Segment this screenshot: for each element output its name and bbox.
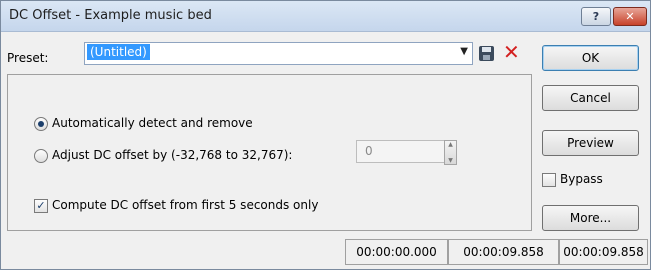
offset-spinner[interactable]: ▲ ▼ (444, 140, 457, 165)
bypass-label: Bypass (560, 172, 603, 186)
status-length: 00:00:09.858 (559, 239, 648, 265)
status-start-time: 00:00:00.000 (345, 239, 448, 265)
chevron-down-icon[interactable]: ▼ (460, 46, 468, 57)
delete-preset-icon[interactable]: ✕ (503, 41, 520, 63)
adjust-offset-radio[interactable] (34, 149, 48, 163)
save-preset-icon[interactable] (479, 46, 494, 61)
close-icon: ✕ (625, 10, 635, 23)
title-bar: DC Offset - Example music bed ? ✕ (1, 1, 650, 32)
offset-value-input[interactable]: 0 (356, 140, 445, 163)
offset-value: 0 (365, 144, 373, 158)
help-icon: ? (592, 10, 600, 23)
preset-combobox[interactable]: (Untitled) ▼ (84, 42, 473, 65)
auto-detect-radio[interactable] (34, 117, 48, 131)
close-button[interactable]: ✕ (613, 7, 647, 26)
window-title: DC Offset - Example music bed (9, 8, 212, 23)
preset-value: (Untitled) (87, 44, 150, 60)
more-button[interactable]: More... (542, 205, 639, 231)
bypass-checkbox[interactable] (542, 173, 556, 187)
status-end-time: 00:00:09.858 (448, 239, 559, 265)
preset-label: Preset: (7, 51, 49, 65)
spinner-down-icon[interactable]: ▼ (448, 157, 453, 164)
preview-button[interactable]: Preview (542, 130, 639, 156)
adjust-offset-label: Adjust DC offset by (-32,768 to 32,767): (52, 148, 293, 162)
compute-first-checkbox[interactable]: ✓ (34, 199, 48, 213)
cancel-button[interactable]: Cancel (542, 85, 639, 111)
auto-detect-label: Automatically detect and remove (52, 116, 253, 130)
compute-first-label: Compute DC offset from first 5 seconds o… (52, 198, 319, 212)
ok-button[interactable]: OK (542, 45, 639, 71)
help-button[interactable]: ? (581, 7, 611, 26)
spinner-up-icon[interactable]: ▲ (448, 141, 453, 148)
